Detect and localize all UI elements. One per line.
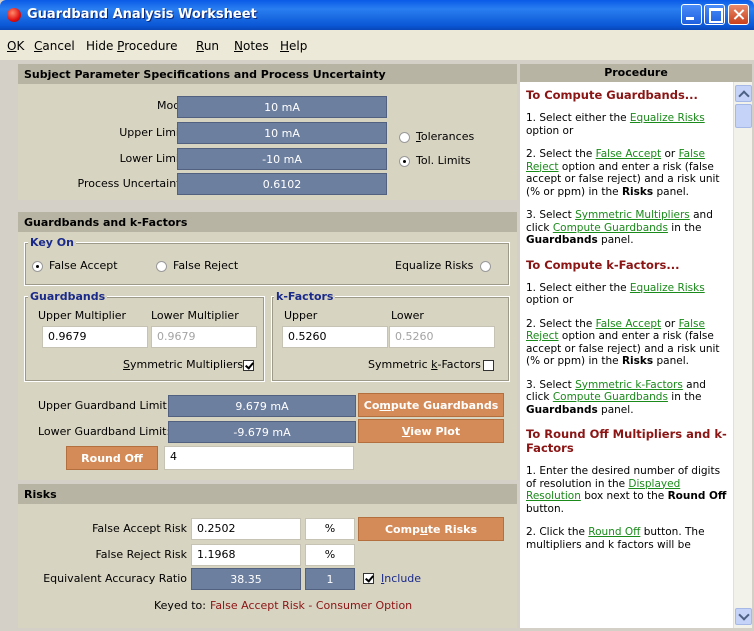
false-reject-risk-input[interactable]: 1.1968 [191, 544, 301, 566]
symmetric-kfactors-checkbox[interactable] [483, 360, 494, 371]
proc-s2-p2: 2. Select the False Accept or False Reje… [526, 317, 720, 368]
false-accept-risk-input[interactable]: 0.2502 [191, 518, 301, 540]
proc-s2-title: To Compute k-Factors... [526, 257, 680, 272]
symmetric-multipliers-checkbox[interactable] [243, 360, 254, 371]
proc-s2-p3: 3. Select Symmetric k-Factors and click … [526, 378, 706, 416]
ear-label: Equivalent Accuracy Ratio [43, 572, 187, 585]
proc-link-false-accept[interactable]: False Accept [596, 148, 661, 160]
process-uncertainty-label: Process Uncertainty [77, 177, 188, 190]
proc-link-false-accept-2[interactable]: False Accept [596, 318, 661, 330]
proc-link-equalize-risks-2[interactable]: Equalize Risks [630, 282, 705, 294]
lower-multiplier-input[interactable]: 0.9679 [151, 326, 257, 348]
proc-link-symmetric-kfactors[interactable]: Symmetric k-Factors [575, 379, 683, 391]
false-reject-unit[interactable]: % [305, 544, 355, 566]
false-accept-unit[interactable]: % [305, 518, 355, 540]
proc-s3-p1: 1. Enter the desired number of digits of… [526, 465, 727, 515]
include-label: Include [381, 572, 422, 585]
proc-link-compute-guardbands-2[interactable]: Compute Guardbands [553, 391, 668, 403]
keyed-to-value: False Accept Risk - Consumer Option [210, 599, 413, 612]
procedure-title: Procedure [520, 64, 752, 82]
tolerances-label: Tolerances [416, 130, 475, 143]
round-off-button[interactable]: Round Off [66, 446, 158, 470]
process-uncertainty-value[interactable]: 0.6102 [177, 173, 387, 195]
minimize-icon[interactable] [681, 4, 702, 25]
tol-limits-radio[interactable] [399, 156, 410, 167]
lower-gb-limit-label: Lower Guardband Limit: [38, 425, 171, 438]
false-accept-radio[interactable] [32, 261, 43, 272]
menu-hide-procedure[interactable]: Hide Procedure [86, 39, 177, 53]
kf-lower-label: Lower [391, 309, 424, 322]
proc-s3-p2: 2. Click the Round Off button. The multi… [526, 526, 705, 551]
proc-s1-title: To Compute Guardbands... [526, 88, 698, 102]
scroll-down-icon[interactable] [735, 608, 752, 625]
upper-limit-value[interactable]: 10 mA [177, 122, 387, 144]
compute-guardbands-button[interactable]: Compute Guardbands [358, 393, 504, 417]
proc-s1-p3: 3. Select Symmetric Multipliers and clic… [526, 209, 713, 246]
proc-link-symmetric-multipliers[interactable]: Symmetric Multipliers [575, 209, 690, 221]
lower-multiplier-label: Lower Multiplier [151, 309, 239, 322]
false-reject-risk-label: False Reject Risk [95, 548, 187, 561]
ear-value: 38.35 [191, 568, 301, 590]
kfactors-group-title: k-Factors [274, 290, 336, 303]
scroll-thumb[interactable] [735, 104, 752, 128]
symmetric-kfactors-label: Symmetric k-Factors [368, 358, 481, 371]
proc-link-compute-guardbands[interactable]: Compute Guardbands [553, 222, 668, 234]
menu-help[interactable]: Help [280, 39, 307, 53]
round-off-input[interactable]: 4 [164, 446, 354, 470]
equalize-risks-label: Equalize Risks [395, 259, 474, 272]
spec-panel: Subject Parameter Specifications and Pro… [18, 64, 517, 200]
lower-limit-value[interactable]: -10 mA [177, 148, 387, 170]
upper-gb-limit-value: 9.679 mA [168, 395, 356, 417]
equalize-risks-radio[interactable] [480, 261, 491, 272]
false-accept-label: False Accept [49, 259, 118, 272]
procedure-scrollbar[interactable] [733, 82, 752, 628]
tolerances-radio[interactable] [399, 132, 410, 143]
include-checkbox[interactable] [363, 573, 374, 584]
symmetric-multipliers-label: Symmetric Multipliers [123, 358, 244, 371]
false-accept-risk-label: False Accept Risk [92, 522, 187, 535]
menu-ok[interactable]: OK [7, 39, 24, 53]
close-icon[interactable] [728, 4, 749, 25]
view-plot-button[interactable]: View Plot [358, 419, 504, 443]
keyed-to-label: Keyed to: [154, 599, 206, 612]
proc-link-equalize-risks[interactable]: Equalize Risks [630, 112, 705, 124]
scroll-up-icon[interactable] [735, 85, 752, 102]
mode-value: 10 mA [177, 96, 387, 118]
menu-notes[interactable]: Notes [234, 39, 269, 53]
procedure-text: To Compute Guardbands... 1. Select eithe… [520, 82, 733, 628]
kf-upper-input[interactable]: 0.5260 [282, 326, 388, 348]
ear-ratio: 1 [305, 568, 355, 590]
tol-limits-label: Tol. Limits [416, 154, 471, 167]
false-reject-label: False Reject [173, 259, 239, 272]
proc-s2-p1: 1. Select either the Equalize Risks opti… [526, 281, 705, 307]
compute-risks-button[interactable]: Compute Risks [358, 517, 504, 541]
key-on-title: Key On [28, 236, 76, 249]
proc-s1-p2: 2. Select the False Accept or False Reje… [526, 148, 720, 198]
menu-run[interactable]: Run [196, 39, 219, 53]
maximize-icon[interactable] [704, 4, 725, 25]
proc-link-round-off[interactable]: Round Off [588, 526, 640, 538]
proc-s3-title: To Round Off Multipliers and k-Factors [526, 427, 727, 455]
lower-gb-limit-value: -9.679 mA [168, 421, 356, 443]
upper-gb-limit-label: Upper Guardband Limit: [38, 399, 171, 412]
proc-s1-p1: 1. Select either the Equalize Risks opti… [526, 112, 705, 137]
guardbands-panel: Guardbands and k-Factors Key On False Ac… [18, 212, 517, 480]
false-reject-radio[interactable] [156, 261, 167, 272]
menu-cancel[interactable]: Cancel [34, 39, 75, 53]
guardbands-panel-title: Guardbands and k-Factors [18, 212, 517, 232]
spec-panel-title: Subject Parameter Specifications and Pro… [18, 64, 517, 84]
kf-upper-label: Upper [284, 309, 318, 322]
title-bar[interactable]: Guardband Analysis Worksheet [0, 0, 754, 30]
kf-lower-input[interactable]: 0.5260 [389, 326, 495, 348]
risks-panel-title: Risks [18, 484, 517, 504]
upper-multiplier-label: Upper Multiplier [38, 309, 127, 322]
app-icon [7, 8, 21, 22]
risks-panel: Risks False Accept Risk 0.2502 % Compute… [18, 484, 517, 628]
guardbands-group-title: Guardbands [28, 290, 108, 303]
menu-bar: OK Cancel Hide Procedure Run Notes Help [0, 30, 754, 60]
window-title: Guardband Analysis Worksheet [27, 7, 257, 22]
upper-multiplier-input[interactable]: 0.9679 [42, 326, 148, 348]
